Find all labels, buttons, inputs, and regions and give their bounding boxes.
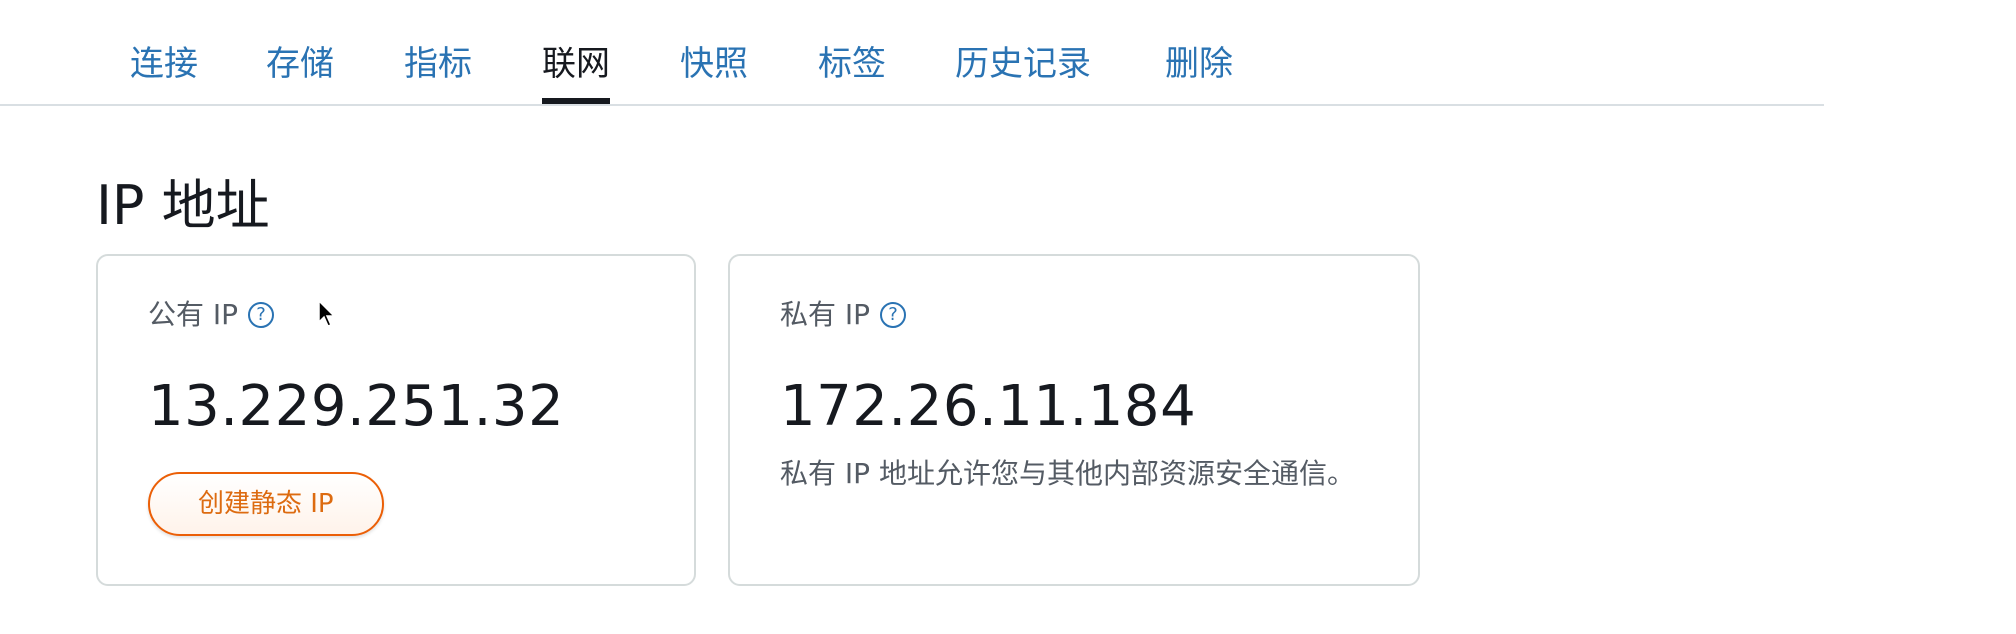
tab-history[interactable]: 历史记录 [955, 44, 1091, 84]
tab-metrics[interactable]: 指标 [404, 44, 472, 84]
tab-tags[interactable]: 标签 [818, 44, 886, 84]
public-ip-label-row: 公有 IP ? [148, 298, 275, 332]
tab-delete[interactable]: 删除 [1165, 44, 1233, 84]
instance-networking-page: 连接 存储 指标 联网 快照 标签 历史记录 删除 IP 地址 公有 IP ? … [0, 0, 2016, 634]
private-ip-card: 私有 IP ? 172.26.11.184 私有 IP 地址允许您与其他内部资源… [728, 254, 1420, 586]
tab-networking[interactable]: 联网 [542, 44, 610, 104]
section-title-ip-addresses: IP 地址 [96, 174, 270, 237]
private-ip-label: 私有 IP [780, 298, 871, 331]
public-ip-value: 13.229.251.32 [148, 374, 565, 439]
tab-storage[interactable]: 存储 [266, 44, 334, 84]
mouse-pointer-icon [318, 300, 336, 327]
tab-connect[interactable]: 连接 [130, 44, 198, 84]
private-ip-value: 172.26.11.184 [780, 374, 1197, 439]
private-ip-description: 私有 IP 地址允许您与其他内部资源安全通信。 [780, 457, 1355, 490]
question-circle-icon[interactable]: ? [248, 302, 275, 328]
private-ip-label-row: 私有 IP ? [780, 298, 907, 332]
public-ip-label: 公有 IP [148, 298, 239, 331]
tab-snapshots[interactable]: 快照 [680, 44, 748, 84]
create-static-ip-button[interactable]: 创建静态 IP [148, 472, 384, 536]
instance-tabs: 连接 存储 指标 联网 快照 标签 历史记录 删除 [0, 0, 1824, 106]
public-ip-card: 公有 IP ? 13.229.251.32 创建静态 IP [96, 254, 696, 586]
question-circle-icon[interactable]: ? [880, 302, 907, 328]
